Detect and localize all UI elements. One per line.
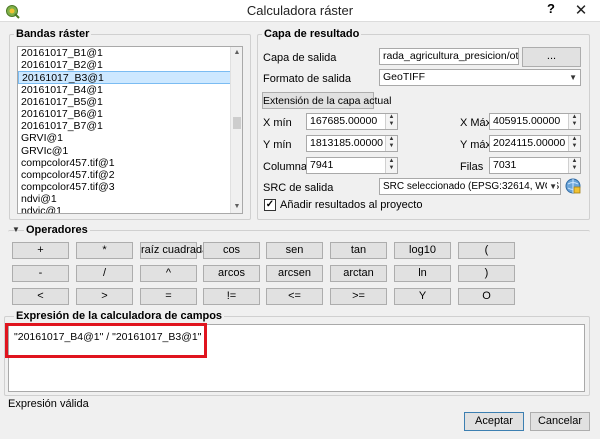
output-format-select[interactable]: GeoTIFF ▼: [379, 69, 581, 86]
operator-button[interactable]: O: [458, 288, 515, 305]
expression-title: Expresión de la calculadora de campos: [14, 310, 225, 322]
scroll-up-icon[interactable]: ▲: [231, 47, 242, 59]
operators-collapse-icon[interactable]: ▼: [12, 225, 20, 234]
chevron-down-icon: ▼: [547, 179, 557, 194]
current-layer-extent-button[interactable]: Extensión de la capa actual: [262, 92, 391, 109]
browse-button[interactable]: ...: [522, 47, 581, 67]
title-bar: Calculadora ráster ? ✕: [0, 0, 600, 22]
raster-band-item[interactable]: compcolor457.tif@3: [18, 181, 242, 193]
accept-button[interactable]: Aceptar: [464, 412, 524, 431]
operator-button[interactable]: +: [12, 242, 69, 259]
operator-button[interactable]: raíz cuadrada: [140, 242, 208, 259]
ymin-value: 1813185.00000: [310, 137, 383, 149]
xmin-label: X mín: [263, 117, 292, 129]
ymax-label: Y máx: [460, 139, 491, 151]
operator-button[interactable]: ): [458, 265, 515, 282]
operator-button[interactable]: /: [76, 265, 133, 282]
ymax-stepper[interactable]: ▲ ▼: [568, 136, 580, 151]
checkmark-icon: ✓: [265, 199, 275, 210]
xmax-value: 405915.00000: [493, 115, 561, 127]
operator-button[interactable]: !=: [203, 288, 260, 305]
columns-value: 7941: [310, 159, 334, 171]
operator-button[interactable]: ln: [394, 265, 451, 282]
output-crs-label: SRC de salida: [263, 182, 334, 194]
xmin-stepper[interactable]: ▲ ▼: [385, 114, 397, 129]
add-to-project-label: Añadir resultados al proyecto: [280, 199, 423, 211]
ymax-spinbox[interactable]: 2024115.00000 ▲ ▼: [489, 135, 581, 152]
ymin-spinbox[interactable]: 1813185.00000 ▲ ▼: [306, 135, 398, 152]
operator-button[interactable]: <: [12, 288, 69, 305]
expression-highlight-box: [5, 323, 207, 358]
output-crs-select[interactable]: SRC seleccionado (EPSG:32614, WGS 84 / U…: [379, 178, 561, 195]
operators-title: Operadores: [24, 224, 90, 236]
ymin-label: Y mín: [263, 139, 292, 151]
xmin-value: 167685.00000: [310, 115, 378, 127]
operator-button[interactable]: arctan: [330, 265, 387, 282]
help-button[interactable]: ?: [543, 1, 559, 19]
raster-band-item[interactable]: GRVIc@1: [18, 145, 242, 157]
raster-band-item[interactable]: 20161017_B6@1: [18, 108, 242, 120]
operator-button[interactable]: =: [140, 288, 197, 305]
operator-button[interactable]: sen: [266, 242, 323, 259]
operator-button[interactable]: cos: [203, 242, 260, 259]
columns-spinbox[interactable]: 7941 ▲ ▼: [306, 157, 398, 174]
output-format-value: GeoTIFF: [383, 71, 426, 83]
raster-band-item[interactable]: 20161017_B2@1: [18, 59, 242, 71]
operator-button[interactable]: ^: [140, 265, 197, 282]
raster-bands-list[interactable]: 20161017_B1@1 20161017_B2@1 20161017_B3@1 2…: [17, 46, 243, 214]
operator-button[interactable]: log10: [394, 242, 451, 259]
xmax-stepper[interactable]: ▲ ▼: [568, 114, 580, 129]
window-title: Calculadora ráster: [246, 3, 354, 18]
raster-band-item[interactable]: compcolor457.tif@2: [18, 169, 242, 181]
raster-band-item[interactable]: GRVI@1: [18, 132, 242, 144]
operator-button[interactable]: arcos: [203, 265, 260, 282]
raster-band-item[interactable]: compcolor457.tif@1: [18, 157, 242, 169]
rows-stepper[interactable]: ▲ ▼: [568, 158, 580, 173]
raster-bands-scrollbar[interactable]: ▲ ▼: [230, 47, 242, 213]
xmin-spinbox[interactable]: 167685.00000 ▲ ▼: [306, 113, 398, 130]
scroll-down-icon[interactable]: ▼: [231, 201, 242, 213]
raster-band-item[interactable]: ndvi@1: [18, 193, 242, 205]
operator-button[interactable]: >: [76, 288, 133, 305]
close-button[interactable]: ✕: [562, 0, 600, 21]
output-layer-label: Capa de salida: [263, 52, 337, 64]
rows-label: Filas: [460, 161, 484, 173]
operator-button[interactable]: arcsen: [266, 265, 323, 282]
rows-value: 7031: [493, 159, 517, 171]
crs-selector-icon[interactable]: [564, 177, 582, 195]
ymin-stepper[interactable]: ▲ ▼: [385, 136, 397, 151]
xmax-label: X Máx: [460, 117, 492, 129]
cancel-button[interactable]: Cancelar: [530, 412, 590, 431]
columns-stepper[interactable]: ▲ ▼: [385, 158, 397, 173]
xmax-spinbox[interactable]: 405915.00000 ▲ ▼: [489, 113, 581, 130]
operator-button[interactable]: (: [458, 242, 515, 259]
rows-spinbox[interactable]: 7031 ▲ ▼: [489, 157, 581, 174]
raster-band-item[interactable]: 20161017_B4@1: [18, 84, 242, 96]
raster-band-item[interactable]: 20161017_B5@1: [18, 96, 242, 108]
output-layer-field[interactable]: rada_agricultura_presicion/otra/RVI: [379, 48, 519, 65]
add-to-project-checkbox[interactable]: ✓: [264, 199, 276, 211]
raster-band-item[interactable]: 20161017_B3@1: [18, 71, 242, 84]
operator-button[interactable]: >=: [330, 288, 387, 305]
status-text: Expresión válida: [8, 398, 89, 410]
raster-band-item[interactable]: 20161017_B7@1: [18, 120, 242, 132]
ymax-value: 2024115.00000: [493, 137, 566, 149]
raster-band-item[interactable]: 20161017_B1@1: [18, 47, 242, 59]
operator-button[interactable]: -: [12, 265, 69, 282]
output-crs-value: SRC seleccionado (EPSG:32614, WGS 84 / U: [383, 181, 560, 192]
raster-band-item[interactable]: ndvic@1: [18, 205, 242, 213]
output-format-label: Formato de salida: [263, 73, 352, 85]
operator-button[interactable]: *: [76, 242, 133, 259]
chevron-down-icon: ▼: [569, 73, 577, 82]
operator-button[interactable]: <=: [266, 288, 323, 305]
scroll-thumb[interactable]: [233, 117, 241, 129]
raster-bands-title: Bandas ráster: [14, 28, 92, 40]
operator-button[interactable]: Y: [394, 288, 451, 305]
result-layer-title: Capa de resultado: [262, 28, 362, 40]
operator-button[interactable]: tan: [330, 242, 387, 259]
